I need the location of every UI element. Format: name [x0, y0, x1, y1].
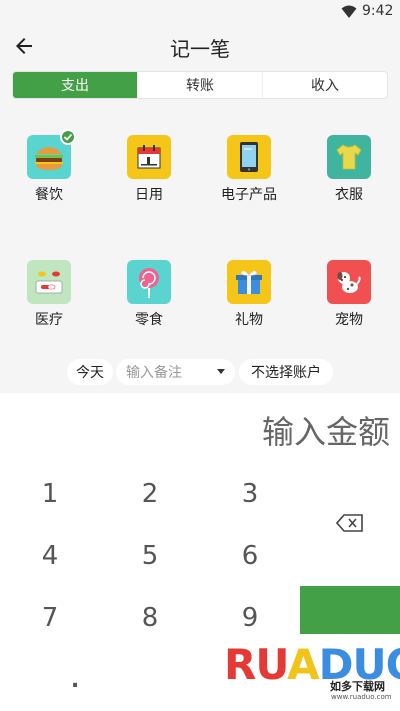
- date-chip[interactable]: 今天: [67, 359, 113, 385]
- category-daily[interactable]: 日用: [109, 135, 189, 215]
- category-label: 零食: [135, 312, 163, 328]
- watermark: RUADUO 如多下载网 www.ruaduo.com: [198, 640, 400, 711]
- gift-icon: [227, 260, 271, 304]
- category-label: 日用: [135, 187, 163, 203]
- key-5[interactable]: 5: [100, 526, 200, 586]
- amount-input[interactable]: 输入金额: [262, 407, 390, 453]
- key-9[interactable]: 9: [200, 588, 300, 648]
- key-3[interactable]: 3: [200, 464, 300, 524]
- category-electronics[interactable]: 电子产品: [209, 135, 289, 215]
- category-label: 衣服: [335, 187, 363, 203]
- dropdown-caret-icon[interactable]: [217, 369, 225, 374]
- status-time: 9:42: [362, 3, 394, 19]
- category-clothing[interactable]: 衣服: [309, 135, 389, 215]
- key-2[interactable]: 2: [100, 464, 200, 524]
- category-pets[interactable]: 宠物: [309, 260, 389, 340]
- category-label: 电子产品: [221, 187, 277, 203]
- watermark-url: www.ruaduo.com: [331, 693, 392, 701]
- note-placeholder: 输入备注: [126, 365, 182, 381]
- account-selector[interactable]: 不选择账户: [239, 359, 333, 385]
- key-decimal[interactable]: .: [25, 655, 125, 705]
- category-snacks[interactable]: 零食: [109, 260, 189, 340]
- meta-row: 今天 输入备注 不选择账户: [0, 356, 400, 386]
- category-label: 礼物: [235, 312, 263, 328]
- tab-income[interactable]: 收入: [263, 72, 387, 98]
- shirt-icon: [327, 135, 371, 179]
- phone-icon: [227, 135, 271, 179]
- category-label: 医疗: [35, 312, 63, 328]
- status-bar: 9:42: [0, 0, 400, 24]
- key-1[interactable]: 1: [0, 464, 100, 524]
- category-medical[interactable]: 医疗: [9, 260, 89, 340]
- tab-expense[interactable]: 支出: [13, 72, 138, 98]
- key-8[interactable]: 8: [100, 588, 200, 648]
- wifi-icon: [341, 5, 357, 18]
- selected-check-icon: [60, 129, 76, 145]
- category-label: 餐饮: [35, 187, 63, 203]
- pills-icon: [27, 260, 71, 304]
- page-title: 记一笔: [170, 37, 230, 61]
- confirm-button[interactable]: [300, 586, 400, 634]
- category-dining[interactable]: 餐饮: [9, 129, 89, 215]
- key-7[interactable]: 7: [0, 588, 100, 648]
- note-input[interactable]: 输入备注: [116, 359, 235, 385]
- dog-icon: [327, 260, 371, 304]
- tab-transfer[interactable]: 转账: [138, 72, 263, 98]
- lollipop-icon: [127, 260, 171, 304]
- category-label: 宠物: [335, 312, 363, 328]
- backspace-icon[interactable]: [336, 514, 364, 532]
- key-4[interactable]: 4: [0, 526, 100, 586]
- key-6[interactable]: 6: [200, 526, 300, 586]
- category-gifts[interactable]: 礼物: [209, 260, 289, 340]
- calendar-icon: [127, 135, 171, 179]
- type-tabs: 支出 转账 收入: [12, 71, 388, 99]
- app-bar: 记一笔: [0, 24, 400, 68]
- watermark-cn-text: 如多下载网: [330, 680, 385, 693]
